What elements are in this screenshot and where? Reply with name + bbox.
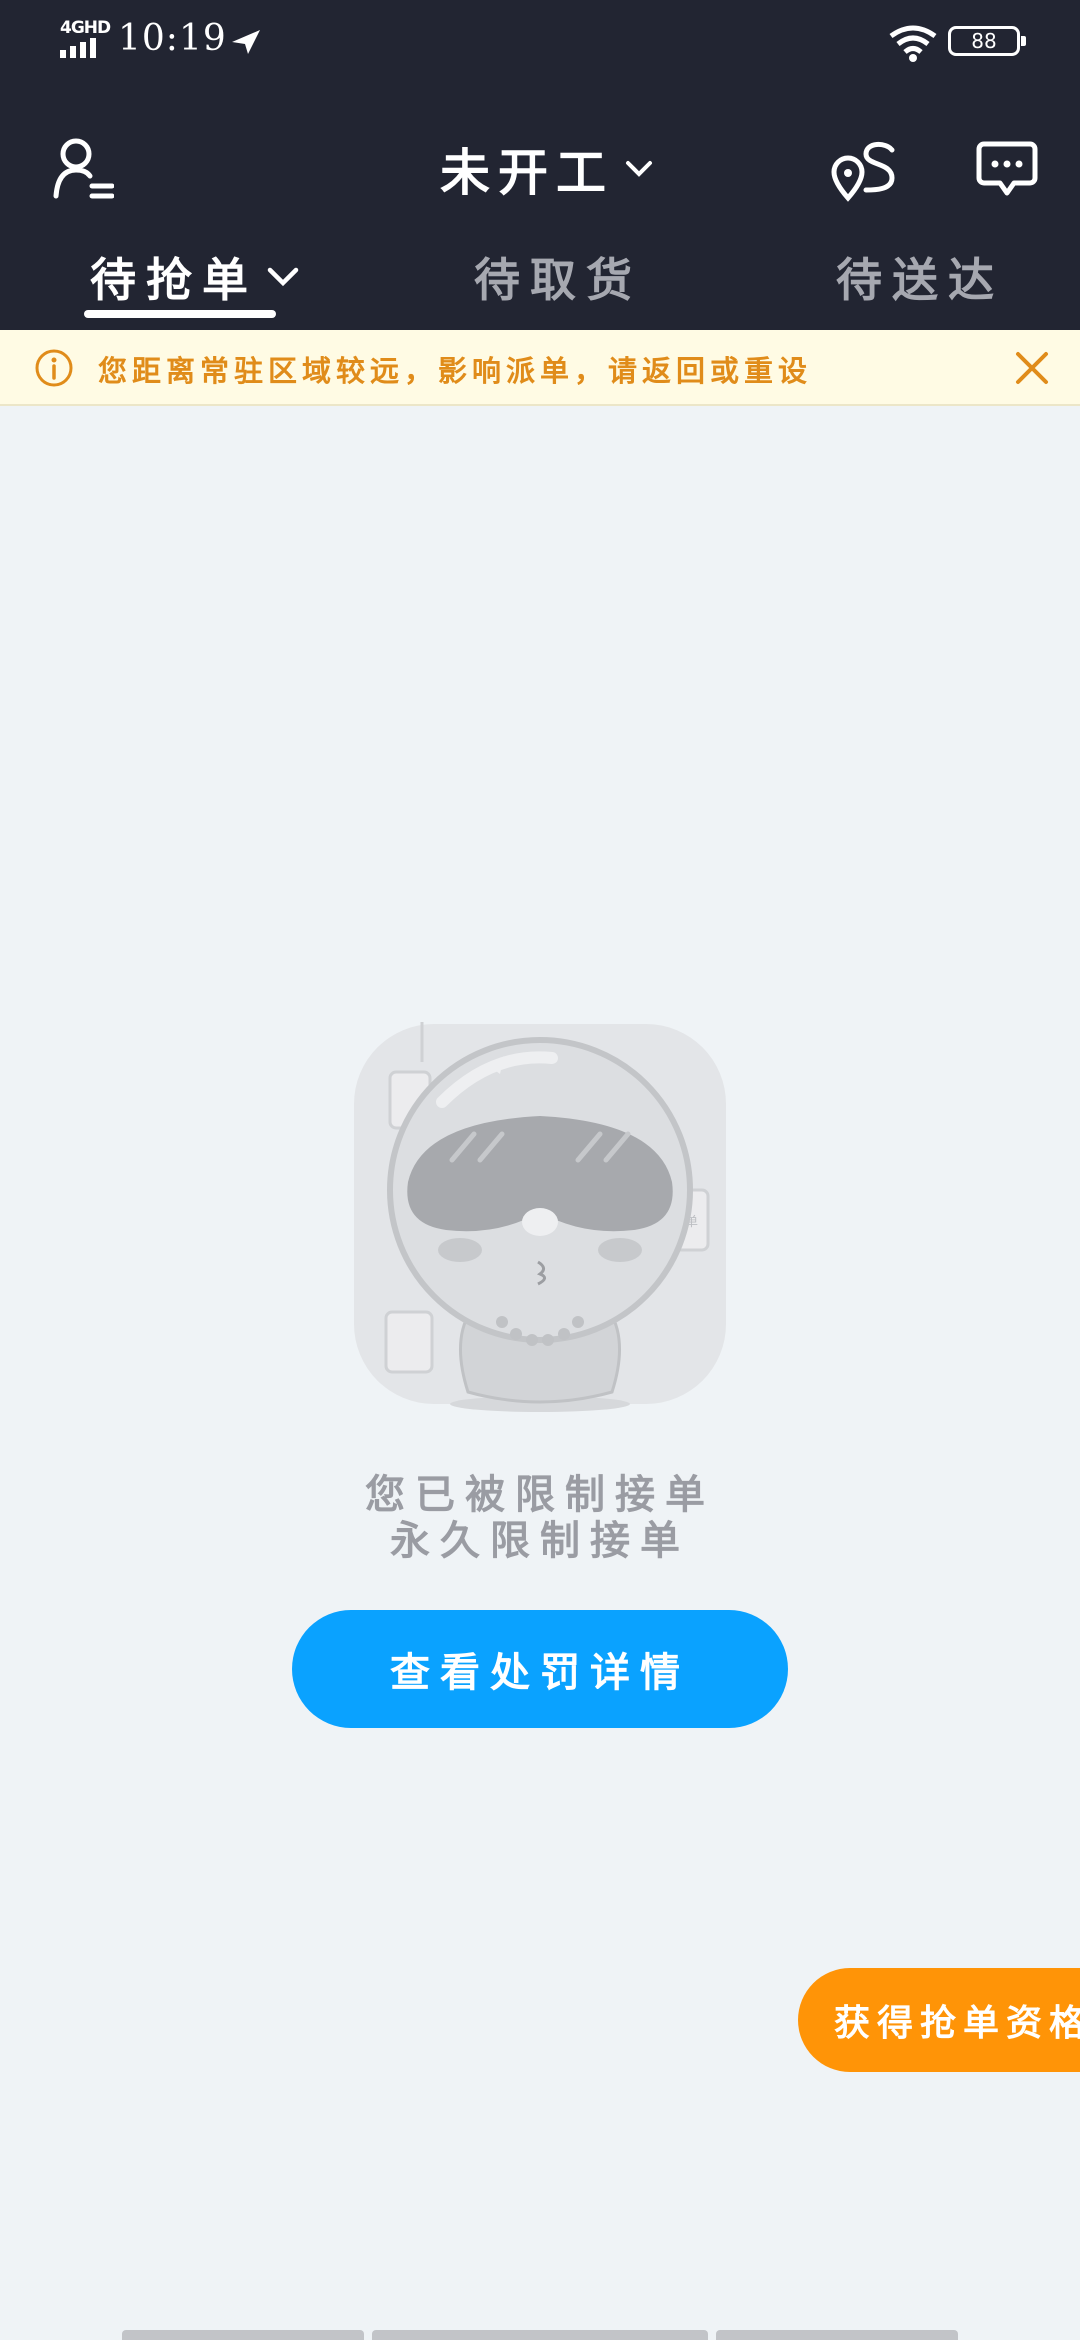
tab-pending-pickup[interactable]: 待取货 [474, 240, 642, 314]
send-arrow-icon [232, 30, 260, 54]
restriction-duration: 永久限制接单 [390, 1518, 690, 1564]
tab-label: 待送达 [836, 253, 1004, 307]
close-icon[interactable] [1014, 350, 1050, 386]
restricted-mascot-illustration: 订单 [354, 1022, 726, 1412]
wifi-icon [889, 25, 937, 62]
chevron-down-icon [626, 161, 652, 177]
network-type-label: 4GHD [60, 18, 111, 38]
tab-pending-delivery[interactable]: 待送达 [836, 240, 1004, 314]
view-penalty-details-button[interactable]: 查看处罚详情 [292, 1610, 788, 1728]
tab-pending-grab[interactable]: 待抢单 [90, 240, 300, 314]
message-icon[interactable] [976, 140, 1038, 198]
work-status-dropdown[interactable]: 未开工 [440, 134, 654, 204]
app-root: 4GHD 10:19 88 未开工 待抢单 待取货 待送达 您距离常驻区域较远，… [0, 0, 1080, 2340]
battery-level: 88 [971, 29, 997, 53]
status-bar: 4GHD 10:19 88 [0, 0, 1080, 84]
status-time: 10:19 [118, 18, 227, 59]
info-icon [35, 349, 73, 387]
notice-banner: 您距离常驻区域较远，影响派单，请返回或重设 [0, 330, 1080, 406]
notice-text: 您距离常驻区域较远，影响派单，请返回或重设 [98, 354, 813, 388]
profile-icon[interactable] [52, 136, 114, 200]
top-header: 4GHD 10:19 88 未开工 待抢单 待取货 待送达 [0, 0, 1080, 330]
battery-icon: 88 [948, 26, 1026, 56]
route-map-icon[interactable] [830, 138, 898, 202]
work-status-title: 未开工 [440, 144, 614, 202]
tab-label: 待取货 [474, 253, 642, 307]
tab-label: 待抢单 [90, 253, 258, 307]
chevron-down-icon [267, 267, 299, 287]
bottom-bar-segment [372, 2330, 708, 2340]
get-grab-qualification-button[interactable]: 获得抢单资格 [798, 1968, 1080, 2072]
bottom-bar-segment [122, 2330, 364, 2340]
cellular-signal-icon: 4GHD [60, 18, 111, 60]
active-tab-indicator [84, 310, 276, 318]
bottom-bar-segment [716, 2330, 958, 2340]
